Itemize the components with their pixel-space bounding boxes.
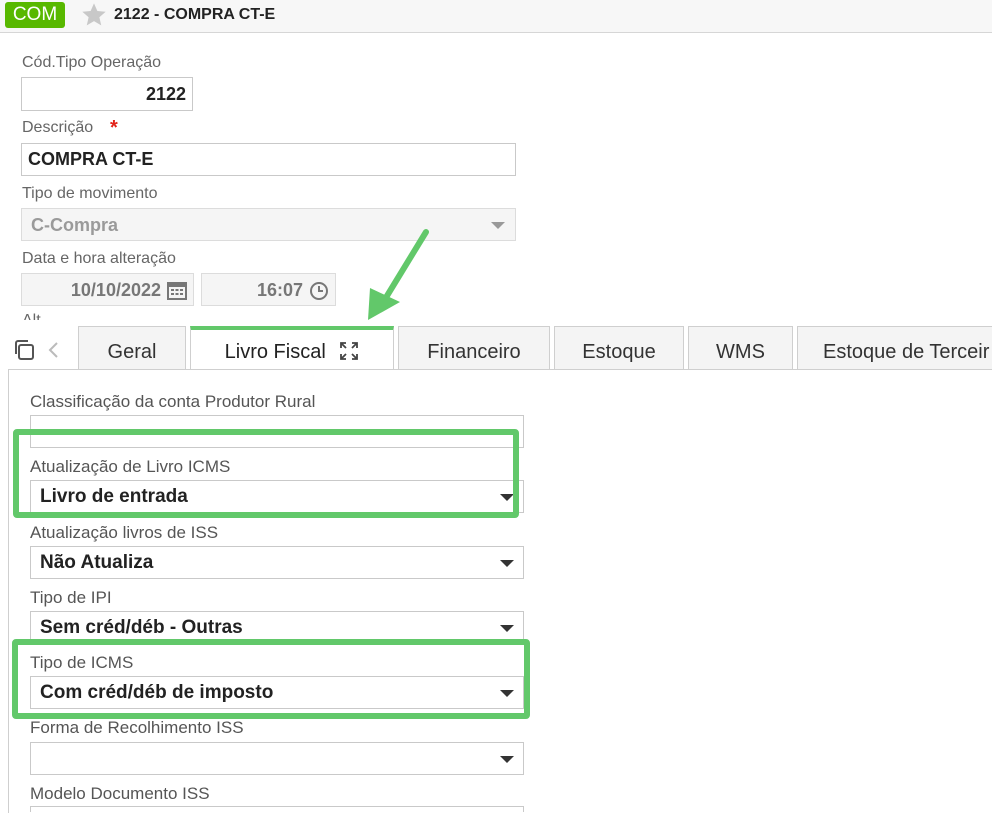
tab-label: Livro Fiscal xyxy=(224,341,326,363)
tab-label: Estoque xyxy=(582,341,656,363)
descricao-field[interactable]: COMPRA CT-E xyxy=(21,143,516,176)
tab-label: Financeiro xyxy=(427,341,521,363)
highlight-box-livro-icms xyxy=(13,429,519,518)
tipo-movimento-select[interactable]: C-Compra xyxy=(21,208,516,241)
tab-label: WMS xyxy=(716,341,765,363)
annotation-arrow-icon xyxy=(368,229,429,320)
data-hora-label: Data e hora alteração xyxy=(22,250,176,267)
data-value: 10/10/2022 xyxy=(70,280,161,300)
hora-field[interactable]: 16:07 xyxy=(201,273,336,306)
calendar-icon[interactable] xyxy=(167,281,187,300)
tab-livro-fiscal[interactable]: Livro Fiscal xyxy=(190,326,394,370)
descricao-value: COMPRA CT-E xyxy=(28,149,154,169)
chevron-left-icon[interactable] xyxy=(46,340,62,360)
cod-tipo-operacao-label: Cód.Tipo Operação xyxy=(22,54,162,71)
hora-value: 16:07 xyxy=(256,280,303,300)
copy-icon[interactable] xyxy=(12,338,36,362)
chevron-down-icon xyxy=(500,756,514,763)
classificacao-label: Classificação da conta Produtor Rural xyxy=(30,392,316,411)
required-asterisk: * xyxy=(110,117,118,139)
module-badge: COM xyxy=(5,2,65,28)
forma-recolhimento-iss-select[interactable] xyxy=(30,742,524,775)
tipo-ipi-label: Tipo de IPI xyxy=(30,588,112,607)
tab-label: Estoque de Terceir xyxy=(823,341,990,363)
expand-icon[interactable] xyxy=(339,341,359,361)
chevron-down-icon xyxy=(491,222,505,229)
tipo-ipi-value: Sem créd/déb - Outras xyxy=(40,617,243,638)
cut-off-label: Alt xyxy=(22,312,41,320)
tab-wms[interactable]: WMS xyxy=(688,326,793,370)
tab-estoque[interactable]: Estoque xyxy=(554,326,684,370)
atualizacao-iss-label: Atualização livros de ISS xyxy=(30,523,219,542)
chevron-down-icon xyxy=(500,560,514,567)
tab-geral[interactable]: Geral xyxy=(78,326,186,370)
chevron-down-icon xyxy=(500,625,514,632)
descricao-label: Descrição xyxy=(22,119,94,136)
tab-estoque-terceiros[interactable]: Estoque de Terceir xyxy=(797,326,992,370)
modelo-documento-iss-label: Modelo Documento ISS xyxy=(30,784,210,803)
clock-icon[interactable] xyxy=(309,281,329,301)
page-title: 2122 - COMPRA CT-E xyxy=(114,6,276,23)
highlight-box-tipo-icms xyxy=(12,639,530,719)
cod-tipo-operacao-value: 2122 xyxy=(145,84,186,104)
atualizacao-iss-value: Não Atualiza xyxy=(40,552,154,573)
tipo-movimento-label: Tipo de movimento xyxy=(22,185,158,202)
cod-tipo-operacao-field[interactable]: 2122 xyxy=(21,77,193,111)
favorite-star-icon[interactable] xyxy=(80,1,108,29)
atualizacao-iss-select[interactable]: Não Atualiza xyxy=(30,546,524,579)
modelo-documento-iss-field[interactable] xyxy=(30,806,524,812)
data-field[interactable]: 10/10/2022 xyxy=(21,273,194,306)
forma-recolhimento-iss-label: Forma de Recolhimento ISS xyxy=(30,718,244,737)
tab-financeiro[interactable]: Financeiro xyxy=(398,326,550,370)
tab-label: Geral xyxy=(107,341,157,363)
tipo-movimento-value: C-Compra xyxy=(31,215,119,235)
